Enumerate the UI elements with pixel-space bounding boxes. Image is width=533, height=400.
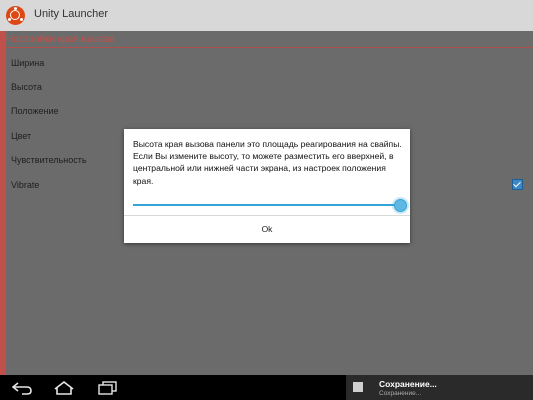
ubuntu-logo-icon[interactable] <box>6 6 25 25</box>
height-slider-thumb[interactable] <box>394 199 407 212</box>
back-icon[interactable] <box>10 379 34 396</box>
notification-title: Сохранение... <box>379 379 437 389</box>
image-icon <box>353 382 363 392</box>
pref-vibrate[interactable]: Vibrate <box>11 180 39 190</box>
app-title: Unity Launcher <box>34 8 108 20</box>
pref-sensitivity[interactable]: Чувствительность <box>11 155 87 165</box>
status-notification[interactable]: Сохранение... Сохранение... <box>346 375 533 400</box>
settings-screen: Настройки края вызова Ширина Высота Поло… <box>0 31 533 375</box>
ok-button[interactable]: Ok <box>124 216 410 243</box>
home-icon[interactable] <box>52 379 76 396</box>
notification-subtitle: Сохранение... <box>379 390 422 397</box>
section-title: Настройки края вызова <box>6 34 115 45</box>
pref-position[interactable]: Положение <box>11 106 59 116</box>
height-slider-track[interactable] <box>133 204 400 206</box>
height-dialog: Высота края вызова панели это площадь ре… <box>124 129 410 243</box>
vibrate-checkbox[interactable] <box>512 179 523 190</box>
pref-color[interactable]: Цвет <box>11 131 31 141</box>
action-bar: Unity Launcher <box>0 0 533 31</box>
edge-trigger-strip <box>0 31 6 375</box>
section-divider <box>6 47 533 48</box>
pref-width[interactable]: Ширина <box>11 58 44 68</box>
pref-height[interactable]: Высота <box>11 82 42 92</box>
dialog-message: Высота края вызова панели это площадь ре… <box>133 139 402 186</box>
recent-apps-icon[interactable] <box>96 379 120 396</box>
